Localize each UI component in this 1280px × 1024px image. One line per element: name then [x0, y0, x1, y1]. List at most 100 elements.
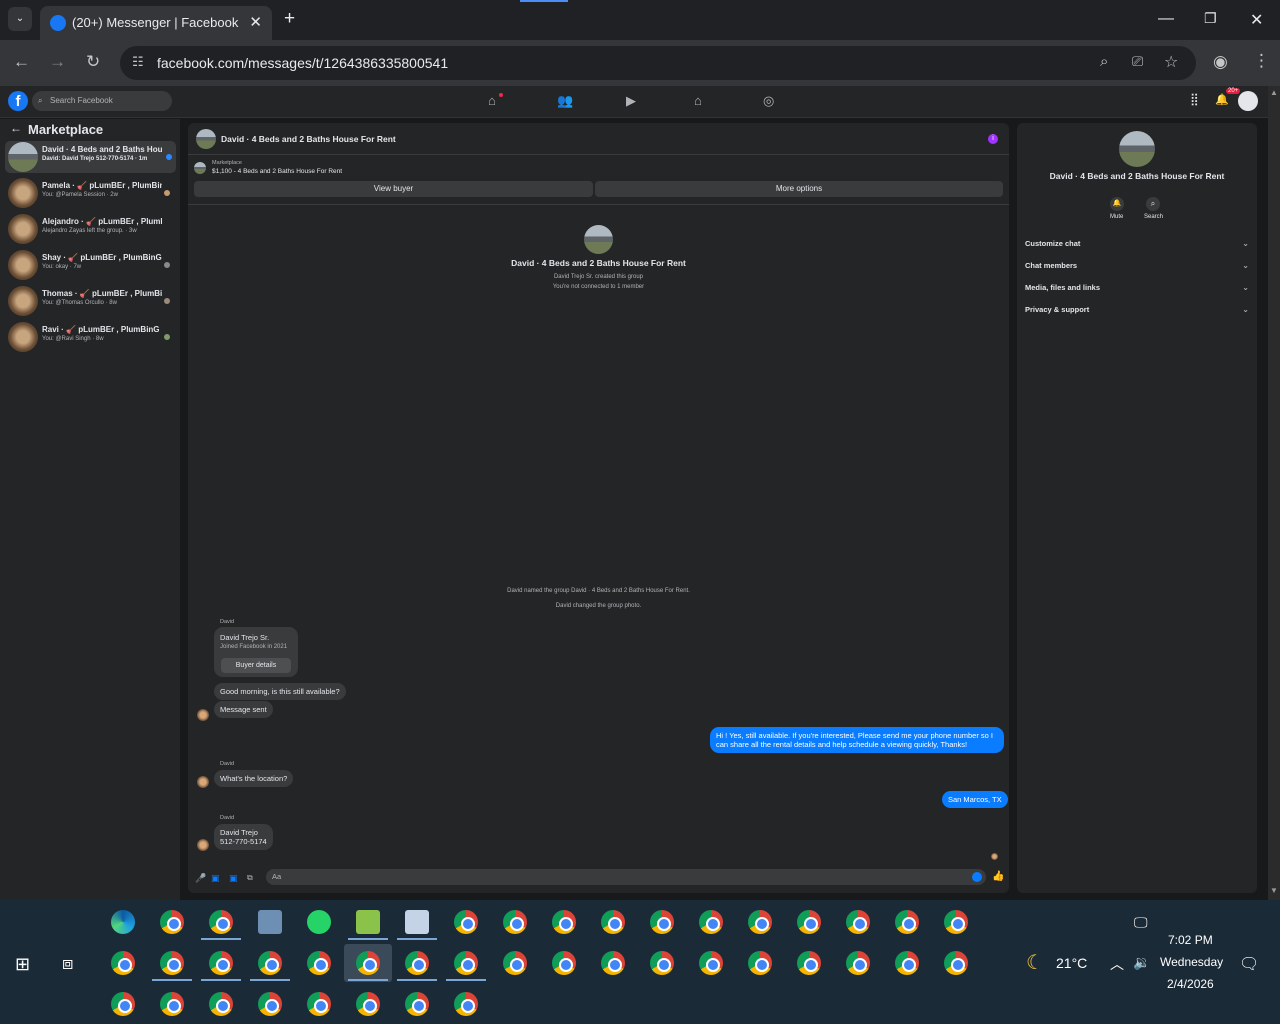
active-tab[interactable]: (20+) Messenger | Facebook ✕ — [40, 6, 272, 40]
weather-moon-icon[interactable]: ☾ — [1026, 950, 1044, 975]
chrome-profile-icon[interactable] — [258, 951, 282, 975]
zoom-icon[interactable]: ⌕ — [1100, 53, 1108, 70]
control-panel-icon[interactable] — [258, 910, 282, 934]
restore-icon[interactable]: ❐ — [1204, 10, 1217, 27]
chat-header-avatar[interactable] — [196, 129, 216, 149]
clock-time[interactable]: 7:02 PM — [1168, 933, 1213, 947]
customize-chat-row[interactable]: Customize chat ⌄ — [1025, 239, 1249, 248]
chrome-profile-icon[interactable] — [503, 910, 527, 934]
chat-title[interactable]: David · 4 Beds and 2 Baths House For Ren… — [221, 134, 396, 144]
close-window-icon[interactable]: ✕ — [1250, 10, 1263, 30]
chrome-profile-icon[interactable] — [944, 951, 968, 975]
more-options-button[interactable]: More options — [595, 181, 1003, 197]
chrome-profile-icon[interactable] — [797, 910, 821, 934]
message-input[interactable]: Aa — [266, 869, 986, 885]
chrome-profile-icon[interactable] — [748, 951, 772, 975]
windows-start-icon[interactable]: ⊞ — [15, 954, 30, 975]
chrome-profile-icon[interactable] — [209, 910, 233, 934]
marketplace-nav-icon[interactable]: ⌂ — [694, 93, 702, 108]
new-tab-icon[interactable]: + — [284, 8, 295, 30]
groups-nav-icon[interactable]: ◎ — [763, 93, 774, 109]
conversation-item[interactable]: Thomas · 🪠 pLumBEr , PlumBin... You: @Th… — [5, 285, 176, 317]
notifications-bell-icon[interactable]: 🔔 — [1215, 93, 1229, 106]
contacts-app-icon[interactable] — [405, 910, 429, 934]
conversation-item[interactable]: Pamela · 🪠 pLumBEr , PlumBin... You: @Pa… — [5, 177, 176, 209]
facebook-search-input[interactable]: ⌕ Search Facebook — [32, 91, 172, 111]
chrome-profile-icon[interactable] — [454, 910, 478, 934]
friends-nav-icon[interactable]: 👥 — [557, 93, 573, 109]
chrome-profile-icon[interactable] — [650, 951, 674, 975]
edge-icon[interactable] — [111, 910, 135, 934]
chrome-profile-icon[interactable] — [895, 910, 919, 934]
address-bar[interactable]: ☷ facebook.com/messages/t/12643863358005… — [120, 46, 1196, 80]
emoji-icon[interactable] — [972, 872, 982, 882]
chrome-profile-icon[interactable] — [356, 992, 380, 1016]
conversation-item[interactable]: David · 4 Beds and 2 Baths Hous... David… — [5, 141, 176, 173]
weather-temperature[interactable]: 21°C — [1056, 955, 1087, 971]
minimize-icon[interactable]: — — [1158, 10, 1174, 28]
search-button[interactable]: ⌕ — [1146, 197, 1160, 211]
conversation-item[interactable]: Alejandro · 🪠 pLumBEr , PlumBin... Aleja… — [5, 213, 176, 245]
like-icon[interactable]: 👍 — [992, 871, 1004, 882]
chrome-menu-icon[interactable]: ⋮ — [1253, 51, 1270, 71]
tab-search-button[interactable]: ⌄ — [8, 7, 32, 31]
chrome-profile-icon[interactable] — [160, 992, 184, 1016]
chrome-profile-icon[interactable] — [650, 910, 674, 934]
chrome-profile-icon[interactable] — [160, 951, 184, 975]
media-files-row[interactable]: Media, files and links ⌄ — [1025, 283, 1249, 292]
chat-info-icon[interactable]: i — [988, 134, 998, 144]
voice-clip-icon[interactable]: 🎤 — [195, 873, 206, 884]
menu-grid-icon[interactable]: ⣿ — [1190, 92, 1199, 106]
privacy-support-row[interactable]: Privacy & support ⌄ — [1025, 305, 1249, 314]
chrome-profile-icon[interactable] — [748, 910, 772, 934]
close-tab-icon[interactable]: ✕ — [249, 13, 262, 31]
chrome-profile-icon[interactable] — [503, 951, 527, 975]
chrome-profile-icon[interactable] — [405, 992, 429, 1016]
reload-icon[interactable]: ↻ — [86, 52, 100, 72]
chrome-profile-icon[interactable] — [944, 910, 968, 934]
chrome-profile-icon[interactable] — [454, 992, 478, 1016]
gif-icon[interactable]: ⧉ — [247, 873, 253, 883]
clock-day[interactable]: Wednesday — [1160, 955, 1223, 969]
task-view-icon[interactable]: ⧈ — [62, 953, 73, 974]
view-buyer-button[interactable]: View buyer — [194, 181, 593, 197]
chrome-profile-icon[interactable] — [258, 992, 282, 1016]
chrome-profile-icon[interactable] — [405, 951, 429, 975]
chrome-profile-icon[interactable] — [552, 910, 576, 934]
chrome-profile-icon[interactable] — [699, 910, 723, 934]
chrome-profile-icon[interactable] — [356, 951, 380, 975]
scroll-up-icon[interactable]: ▲ — [1270, 88, 1278, 97]
video-nav-icon[interactable]: ▶ — [626, 93, 636, 109]
chrome-profile-icon[interactable] — [209, 951, 233, 975]
chrome-profile-icon[interactable] — [797, 951, 821, 975]
back-icon[interactable]: ← — [13, 52, 30, 72]
chrome-profile-icon[interactable] — [111, 951, 135, 975]
account-avatar[interactable] — [1238, 91, 1258, 111]
sticker-icon[interactable]: ▣ — [229, 873, 238, 884]
chrome-profile-icon[interactable] — [209, 992, 233, 1016]
site-info-icon[interactable]: ☷ — [132, 54, 144, 70]
hidden-icons-chevron-icon[interactable]: ︿ — [1110, 954, 1124, 974]
profile-icon[interactable]: ◉ — [1213, 52, 1228, 72]
chrome-profile-icon[interactable] — [699, 951, 723, 975]
chrome-profile-icon[interactable] — [846, 951, 870, 975]
chrome-profile-icon[interactable] — [307, 951, 331, 975]
notification-center-icon[interactable]: 🗨 — [1239, 954, 1259, 974]
chrome-profile-icon[interactable] — [454, 951, 478, 975]
volume-icon[interactable]: 🔉 — [1133, 954, 1150, 971]
back-arrow-icon[interactable]: ← — [10, 121, 22, 135]
notepad-icon[interactable] — [356, 910, 380, 934]
listing-title[interactable]: $1,100 - 4 Beds and 2 Baths House For Re… — [212, 168, 342, 175]
chrome-profile-icon[interactable] — [111, 992, 135, 1016]
conversation-item[interactable]: Shay · 🪠 pLumBEr , PlumBinG , ... You: o… — [5, 249, 176, 281]
mute-button[interactable]: 🔔 — [1110, 197, 1124, 211]
forward-icon[interactable]: → — [49, 52, 66, 72]
chrome-profile-icon[interactable] — [552, 951, 576, 975]
install-app-icon[interactable]: ⎚ — [1132, 53, 1143, 70]
home-nav-icon[interactable]: ⌂ — [488, 93, 496, 108]
whatsapp-icon[interactable] — [307, 910, 331, 934]
photo-icon[interactable]: ▣ — [211, 873, 220, 884]
chrome-profile-icon[interactable] — [307, 992, 331, 1016]
chrome-icon[interactable] — [160, 910, 184, 934]
conversation-item[interactable]: Ravi · 🪠 pLumBEr , PlumBinG , l... You: … — [5, 321, 176, 353]
